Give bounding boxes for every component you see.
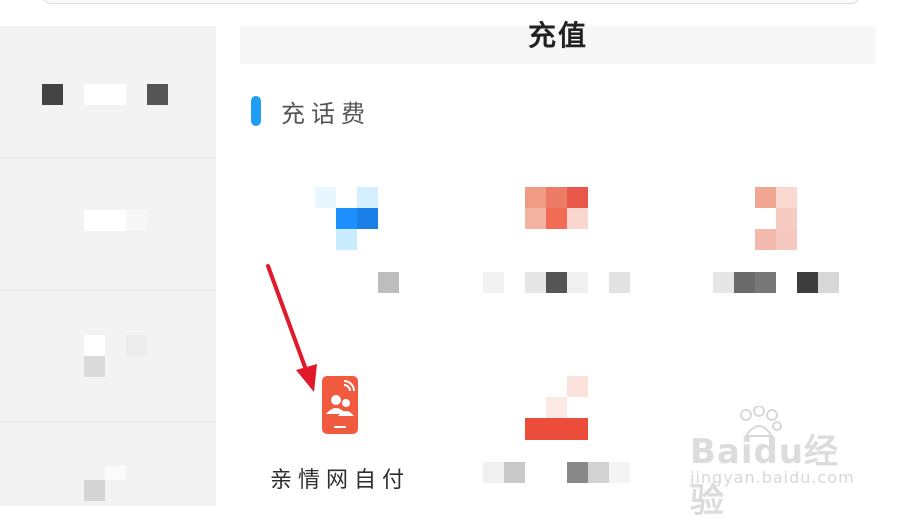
- item-label: [797, 272, 818, 293]
- sidebar-item[interactable]: [0, 422, 216, 506]
- pink-app-icon: [755, 229, 776, 250]
- blue-app-icon: [336, 208, 357, 229]
- item-label: [567, 462, 588, 483]
- item-label: [504, 462, 525, 483]
- service-item[interactable]: [277, 185, 437, 310]
- item-label: [818, 272, 839, 293]
- red-bar-icon: [567, 376, 588, 397]
- sidebar-item-label: [105, 480, 126, 501]
- sidebar-item-label: [126, 335, 147, 356]
- pink-app-icon: [776, 187, 797, 208]
- sidebar-item-label: [84, 210, 126, 231]
- item-label: [567, 272, 588, 293]
- item-label: [483, 272, 504, 293]
- service-item[interactable]: [483, 185, 643, 310]
- service-item[interactable]: [713, 185, 873, 310]
- orange-app-icon: [546, 187, 567, 208]
- sidebar-item-label: [42, 84, 63, 105]
- item-label: [378, 272, 399, 293]
- sidebar-item-label: [84, 84, 126, 105]
- orange-app-icon: [525, 187, 546, 208]
- sidebar-item-label: [84, 480, 105, 501]
- family-phone-icon: [322, 376, 358, 434]
- category-sidebar: [0, 26, 216, 506]
- page-title: 充值: [527, 19, 588, 52]
- sidebar-item-label: [147, 84, 168, 105]
- blue-app-icon: [357, 187, 378, 208]
- section-title: 充话费: [281, 100, 371, 128]
- sidebar-item-label: [126, 210, 147, 231]
- item-label: [609, 462, 630, 483]
- blue-app-icon: [315, 187, 336, 208]
- search-bar[interactable]: [42, 0, 860, 4]
- sidebar-item-label: [84, 335, 105, 356]
- blue-app-icon: [336, 229, 357, 250]
- pink-app-icon: [755, 187, 776, 208]
- red-bar-icon: [525, 418, 588, 440]
- item-label: [609, 272, 630, 293]
- orange-app-icon: [546, 208, 567, 229]
- sidebar-item-label: [84, 356, 105, 377]
- baidu-watermark: Baidu经验 jingyan.baidu.com: [690, 406, 866, 521]
- sidebar-item[interactable]: [0, 291, 216, 422]
- section-accent-bar: [251, 96, 261, 126]
- item-label: [734, 272, 755, 293]
- item-label: [713, 272, 734, 293]
- service-item[interactable]: [483, 376, 643, 501]
- item-label: [483, 462, 504, 483]
- item-label: [546, 272, 567, 293]
- item-label: [525, 272, 546, 293]
- sidebar-item[interactable]: [0, 158, 216, 291]
- pink-app-icon: [776, 208, 797, 229]
- item-label: [755, 272, 776, 293]
- item-label: [588, 462, 609, 483]
- item-label: 亲情网自付: [269, 468, 410, 493]
- page-header: 充值: [240, 19, 876, 64]
- watermark-url: jingyan.baidu.com: [690, 468, 855, 487]
- blue-app-icon: [357, 208, 378, 229]
- orange-app-icon: [525, 208, 546, 229]
- sidebar-item[interactable]: [0, 26, 216, 158]
- red-bar-icon: [546, 397, 567, 418]
- pink-app-icon: [776, 229, 797, 250]
- orange-app-icon: [567, 187, 588, 208]
- orange-app-icon: [567, 208, 588, 229]
